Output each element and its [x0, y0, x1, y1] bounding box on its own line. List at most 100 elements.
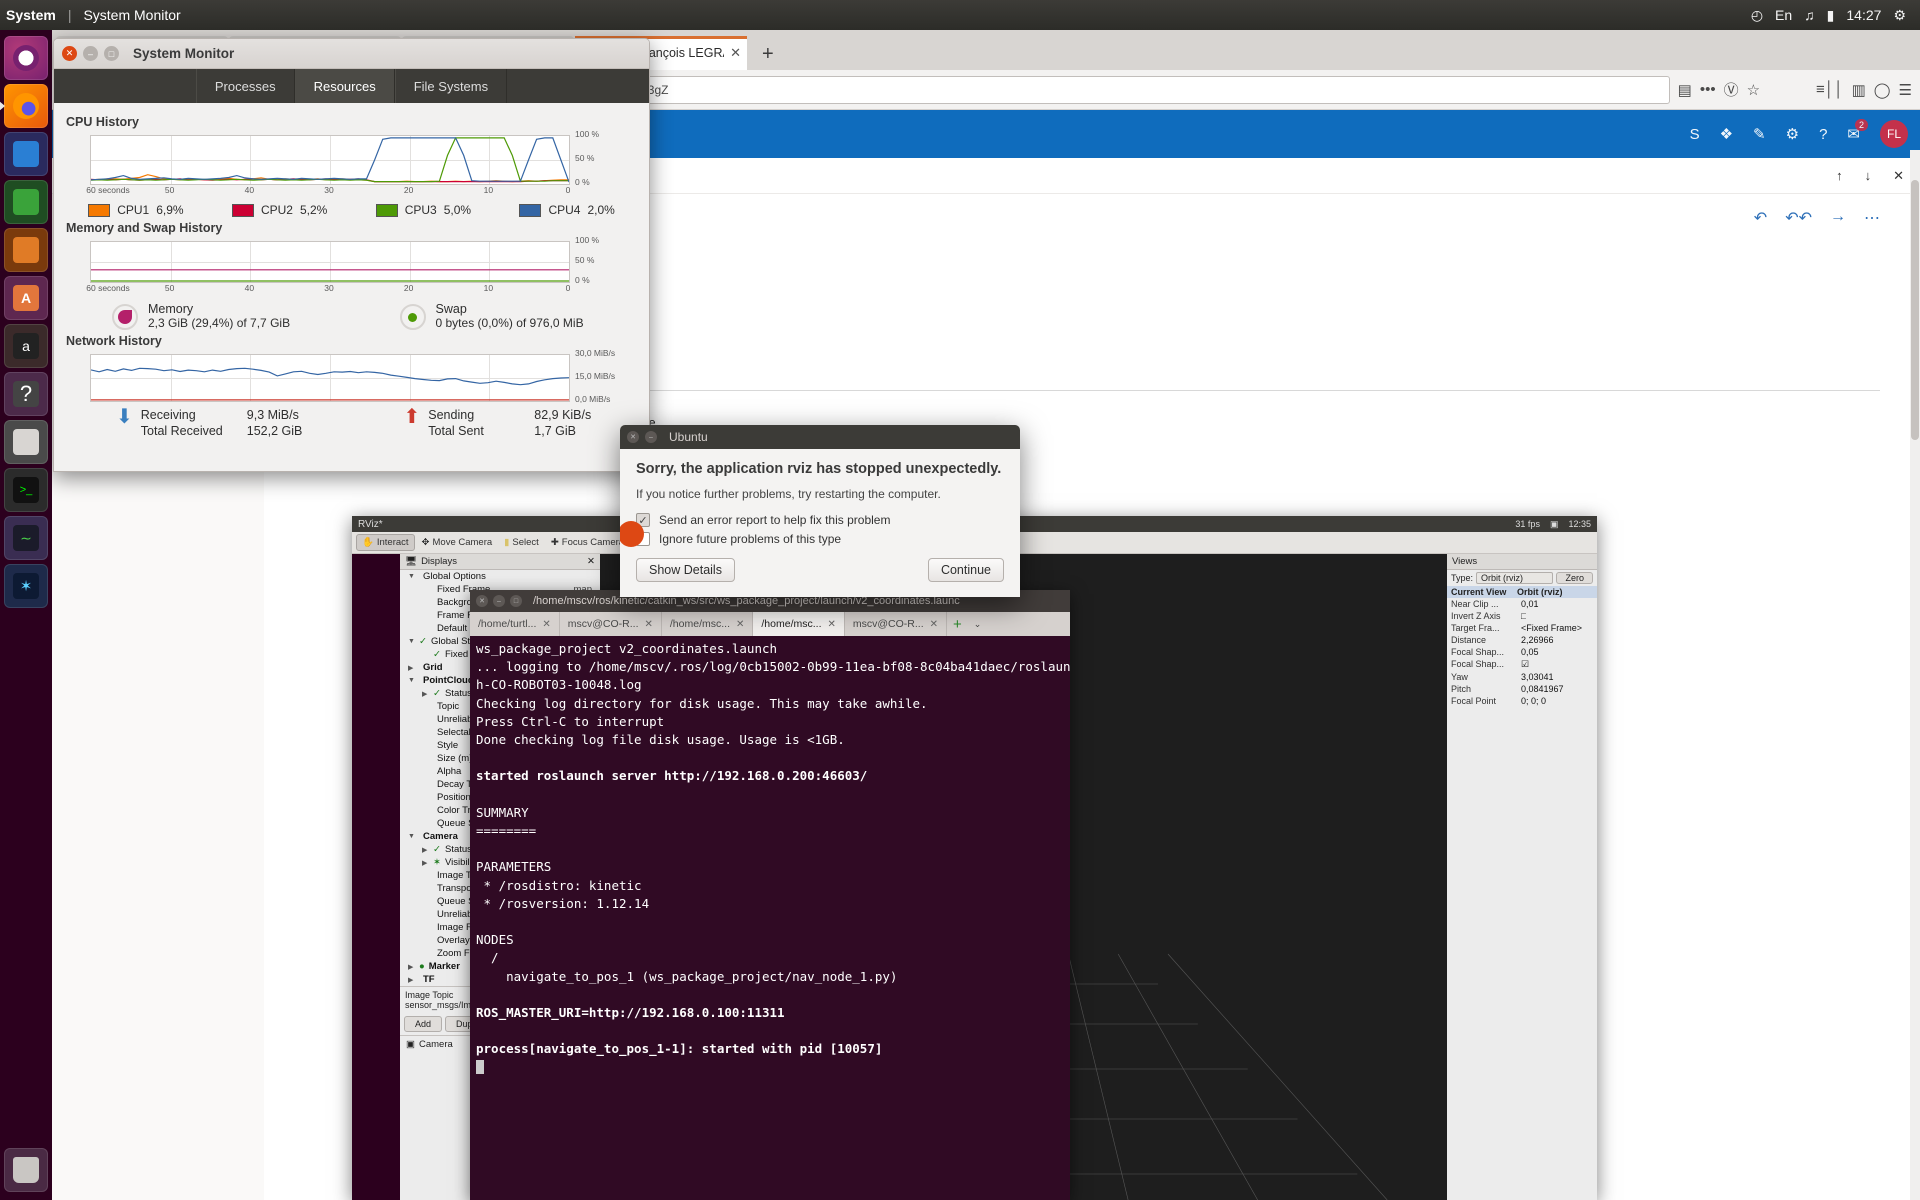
panel-app-menu[interactable]: System [0, 0, 66, 30]
reply-icon[interactable]: ↶ [1754, 208, 1767, 228]
launcher-trash[interactable] [4, 1148, 48, 1192]
move-down-icon[interactable]: ↓ [1865, 168, 1872, 184]
clock[interactable]: 14:27 [1846, 7, 1881, 23]
tool-interact[interactable]: ✋ Interact [356, 534, 415, 551]
launcher-libreoffice-calc[interactable] [4, 180, 48, 224]
panel-window-title[interactable]: System Monitor [73, 0, 190, 30]
view-property-row[interactable]: Yaw 3,03041 [1447, 671, 1597, 683]
terminal-tab-4[interactable]: mscv@CO-R... ✕ [845, 612, 948, 636]
expand-triangle-icon[interactable]: ▶ [422, 846, 429, 854]
launcher-libreoffice-writer[interactable] [4, 132, 48, 176]
checkbox-ignore-row[interactable]: Ignore future problems of this type [636, 532, 1004, 546]
tool-select[interactable]: ▮ Select [499, 535, 544, 550]
expand-triangle-icon[interactable]: ▶ [408, 664, 415, 672]
notifications-icon[interactable]: ✉ 2 [1847, 119, 1868, 143]
wifi-icon[interactable]: ◴ [1751, 7, 1763, 24]
terminal-output[interactable]: ws_package_project v2_coordinates.launch… [470, 636, 1070, 1200]
new-tab-button[interactable]: + [748, 43, 788, 70]
minimize-icon[interactable]: – [493, 595, 505, 607]
page-actions-icon[interactable]: ••• [1700, 81, 1716, 98]
forward-icon[interactable]: → [1830, 208, 1846, 228]
reader-mode-icon[interactable]: ▤ [1678, 81, 1692, 99]
pocket-icon[interactable]: Ⓥ [1724, 79, 1739, 100]
expand-triangle-icon[interactable]: ▼ [408, 833, 415, 840]
help-icon[interactable]: ? [1819, 126, 1827, 143]
close-icon[interactable]: ✕ [627, 431, 639, 443]
library-icon[interactable]: ≡││ [1816, 81, 1844, 98]
expand-triangle-icon[interactable]: ▶ [408, 976, 415, 984]
skype-icon[interactable]: S [1690, 126, 1700, 143]
close-icon[interactable]: ✕ [828, 619, 836, 630]
terminal-tab-3[interactable]: /home/msc... ✕ [753, 612, 845, 636]
launcher-help[interactable]: ? [4, 372, 48, 416]
avatar[interactable]: FL [1880, 120, 1908, 148]
close-icon[interactable]: ✕ [645, 619, 653, 630]
terminal-tab-1[interactable]: mscv@CO-R... ✕ [560, 612, 662, 636]
reply-all-icon[interactable]: ↶↶ [1785, 208, 1812, 228]
view-property-row[interactable]: Target Fra... <Fixed Frame> [1447, 622, 1597, 634]
expand-triangle-icon[interactable]: ▶ [408, 963, 415, 971]
account-icon[interactable]: ◯ [1874, 81, 1891, 99]
view-property-row[interactable]: Pitch 0,0841967 [1447, 683, 1597, 695]
hamburger-menu-icon[interactable]: ☰ [1899, 81, 1912, 99]
terminal-tab-0[interactable]: /home/turtl... ✕ [470, 612, 560, 636]
volume-icon[interactable]: ♫ [1804, 7, 1815, 23]
maximize-icon[interactable]: □ [510, 595, 522, 607]
close-message-icon[interactable]: ✕ [1893, 168, 1904, 184]
tab-file-systems[interactable]: File Systems [394, 69, 508, 103]
sidebar-icon[interactable]: ▥ [1852, 81, 1866, 99]
add-display-button[interactable]: Add [404, 1016, 443, 1032]
language-indicator[interactable]: En [1775, 7, 1792, 23]
close-icon[interactable]: ✕ [542, 619, 550, 630]
view-property-row[interactable]: Distance 2,26966 [1447, 634, 1597, 646]
launcher-ubuntu-dash[interactable] [4, 36, 48, 80]
launcher-ubuntu-software[interactable]: A [4, 276, 48, 320]
gear-icon[interactable]: ⚙ [1786, 125, 1799, 143]
terminal-tab-2[interactable]: /home/msc... ✕ [662, 612, 754, 636]
tab-resources[interactable]: Resources [294, 69, 395, 103]
tool-move-camera[interactable]: ✥ Move Camera [417, 535, 498, 550]
expand-triangle-icon[interactable]: ▼ [408, 677, 415, 684]
move-up-icon[interactable]: ↑ [1836, 168, 1843, 184]
close-icon[interactable]: ✕ [62, 46, 77, 61]
expand-triangle-icon[interactable]: ▼ [408, 638, 415, 645]
expand-triangle-icon[interactable]: ▶ [422, 859, 429, 867]
continue-button[interactable]: Continue [927, 558, 1004, 582]
launcher-amazon[interactable]: a [4, 324, 48, 368]
maximize-icon[interactable]: □ [104, 46, 119, 61]
chevron-down-icon[interactable]: ⌄ [968, 612, 988, 636]
bookmark-star-icon[interactable]: ☆ [1747, 81, 1760, 99]
expand-triangle-icon[interactable]: ▶ [422, 690, 429, 698]
view-type-select[interactable]: Orbit (rviz) [1476, 572, 1554, 584]
view-property-row[interactable]: Focal Shap... 0,05 [1447, 646, 1597, 658]
tab-processes[interactable]: Processes [195, 69, 295, 103]
checkbox-send-report-row[interactable]: ✓ Send an error report to help fix this … [636, 513, 1004, 527]
gear-icon[interactable]: ⚙ [1893, 7, 1906, 24]
expand-triangle-icon[interactable]: ▼ [408, 573, 415, 580]
close-icon[interactable]: ✕ [730, 45, 741, 61]
new-terminal-tab-button[interactable]: + [947, 612, 968, 636]
zero-button[interactable]: Zero [1556, 572, 1593, 584]
view-property-row[interactable]: Near Clip ... 0,01 [1447, 598, 1597, 610]
launcher-files[interactable] [4, 420, 48, 464]
launcher-terminal[interactable]: >_ [4, 468, 48, 512]
launcher-system-monitor[interactable]: ∼ [4, 516, 48, 560]
minimize-icon[interactable]: – [645, 431, 657, 443]
tool-focus-camera[interactable]: ✚ Focus Camera [546, 535, 629, 550]
view-property-row[interactable]: Invert Z Axis □ [1447, 610, 1597, 622]
launcher-firefox[interactable] [0, 84, 48, 128]
page-scrollbar-thumb[interactable] [1911, 180, 1919, 440]
battery-icon[interactable]: ▮ [1827, 7, 1835, 24]
launcher-rviz[interactable]: ✶ [4, 564, 48, 608]
close-icon[interactable]: ✕ [587, 556, 595, 567]
shop-icon[interactable]: ❖ [1720, 125, 1733, 143]
show-details-button[interactable]: Show Details [636, 558, 735, 582]
minimize-icon[interactable]: – [83, 46, 98, 61]
view-property-row[interactable]: Focal Shap... ☑ [1447, 658, 1597, 671]
more-actions-icon[interactable]: ⋯ [1864, 208, 1880, 228]
feedback-icon[interactable]: ✎ [1753, 125, 1766, 143]
launcher-libreoffice-impress[interactable] [4, 228, 48, 272]
display-tree-row[interactable]: ▼ Global Options [400, 570, 600, 583]
close-icon[interactable]: ✕ [736, 619, 744, 630]
close-icon[interactable]: ✕ [930, 619, 938, 630]
